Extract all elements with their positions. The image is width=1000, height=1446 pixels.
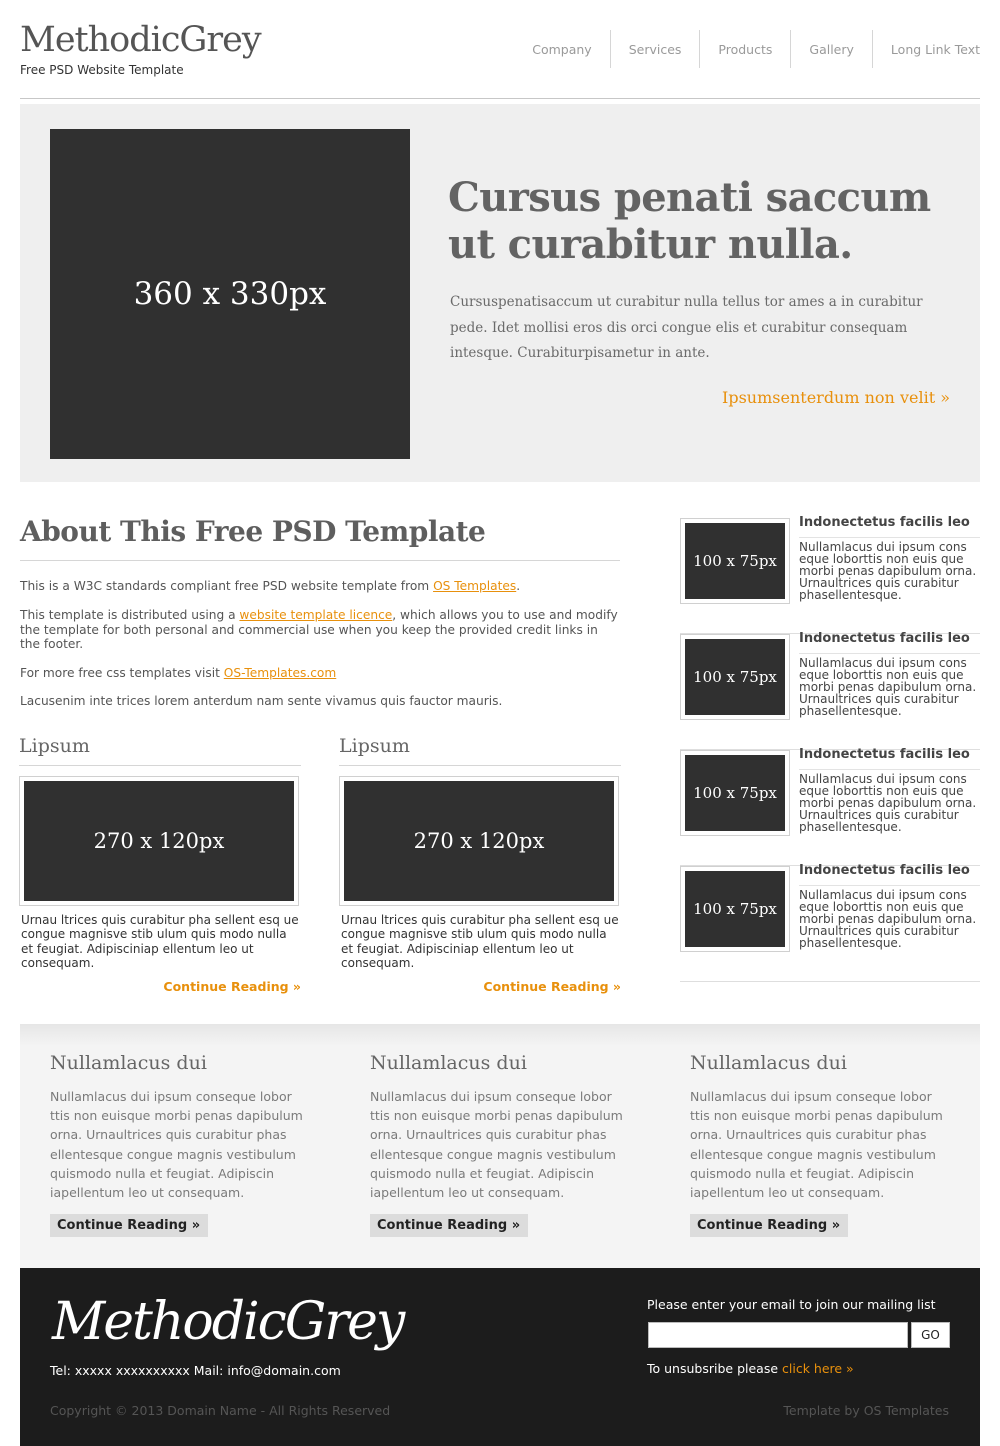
nav-services[interactable]: Services: [609, 30, 700, 68]
hero-title: Cursus penati saccum ut curabitur nulla.: [448, 174, 931, 268]
content-column-1: Lipsum 270 x 120px Urnau ltrices quis cu…: [19, 735, 301, 994]
about-paragraph-3: For more free css templates visit OS-Tem…: [20, 666, 337, 680]
nav-products[interactable]: Products: [699, 30, 790, 68]
column-text: Urnau ltrices quis curabitur pha sellent…: [21, 913, 299, 971]
os-templates-com-link[interactable]: OS-Templates.com: [224, 666, 336, 680]
column-continue-reading-link[interactable]: Continue Reading »: [19, 979, 301, 994]
column-title: Lipsum: [19, 735, 301, 766]
column-image-placeholder: 270 x 120px: [344, 781, 614, 901]
band-text: Nullamlacus dui ipsum conseque lobor tti…: [690, 1089, 943, 1201]
hero-read-more-link[interactable]: Ipsumsenterdum non velit »: [722, 388, 950, 407]
hero-text: Cursuspenatisaccum ut curabitur nulla te…: [450, 294, 923, 361]
band-text: Nullamlacus dui ipsum conseque lobor tti…: [50, 1089, 303, 1201]
sidebar-item-title[interactable]: Indonectetus facilis leo: [799, 631, 980, 654]
site-logo[interactable]: MethodicGrey: [20, 20, 262, 60]
column-continue-reading-link[interactable]: Continue Reading »: [339, 979, 621, 994]
unsubscribe-text: To unsubsribe please click here »: [647, 1361, 854, 1376]
sidebar-image-frame: 100 x 75px: [680, 750, 790, 836]
band-column-2: Nullamlacus dui Nullamlacus dui ipsum co…: [370, 1052, 630, 1238]
sidebar-image-frame: 100 x 75px: [680, 866, 790, 952]
sidebar-image-placeholder: 100 x 75px: [685, 639, 785, 715]
band-text: Nullamlacus dui ipsum conseque lobor tti…: [370, 1089, 623, 1201]
header-divider: [20, 98, 980, 99]
sidebar-item: 100 x 75px Indonectetus facilis leo Null…: [680, 747, 980, 866]
sidebar-item-title[interactable]: Indonectetus facilis leo: [799, 515, 980, 538]
site-footer: MethodicGrey Tel: xxxxx xxxxxxxxxx Mail:…: [20, 1268, 980, 1446]
sidebar-item-title[interactable]: Indonectetus facilis leo: [799, 747, 980, 770]
sidebar-image-frame: 100 x 75px: [680, 634, 790, 720]
nav-long-link-text[interactable]: Long Link Text: [871, 30, 980, 68]
hero-section: 360 x 330px Cursus penati saccum ut cura…: [20, 104, 980, 482]
about-title: About This Free PSD Template: [20, 515, 620, 561]
sidebar-item: 100 x 75px Indonectetus facilis leo Null…: [680, 863, 980, 982]
sidebar-item-text: Nullamlacus dui ipsum cons eque lobortti…: [799, 656, 977, 718]
band-continue-reading-button[interactable]: Continue Reading »: [690, 1214, 849, 1238]
about-paragraph-2: This template is distributed using a web…: [20, 608, 618, 652]
column-image-placeholder: 270 x 120px: [24, 781, 294, 901]
band-title: Nullamlacus dui: [690, 1052, 847, 1074]
content-column-2: Lipsum 270 x 120px Urnau ltrices quis cu…: [339, 735, 621, 994]
sidebar-item-title[interactable]: Indonectetus facilis leo: [799, 863, 980, 886]
sidebar-item-text: Nullamlacus dui ipsum cons eque lobortti…: [799, 888, 977, 950]
sidebar-image-placeholder: 100 x 75px: [685, 755, 785, 831]
column-image-frame: 270 x 120px: [339, 776, 619, 906]
sidebar-item: 100 x 75px Indonectetus facilis leo Null…: [680, 515, 980, 634]
column-title: Lipsum: [339, 735, 621, 766]
site-tagline: Free PSD Website Template: [20, 63, 184, 77]
about-paragraph-1: This is a W3C standards compliant free P…: [20, 579, 521, 593]
band-column-3: Nullamlacus dui Nullamlacus dui ipsum co…: [690, 1052, 950, 1238]
sidebar-item: 100 x 75px Indonectetus facilis leo Null…: [680, 631, 980, 750]
sidebar-item-text: Nullamlacus dui ipsum cons eque lobortti…: [799, 772, 977, 834]
band-title: Nullamlacus dui: [50, 1052, 207, 1074]
footer-template-credit[interactable]: Template by OS Templates: [783, 1403, 949, 1418]
nav-gallery[interactable]: Gallery: [790, 30, 872, 68]
sidebar-image-placeholder: 100 x 75px: [685, 523, 785, 599]
about-paragraph-4: Lacusenim inte trices lorem anterdum nam…: [20, 694, 503, 708]
band-column-1: Nullamlacus dui Nullamlacus dui ipsum co…: [50, 1052, 310, 1238]
unsubscribe-link[interactable]: click here »: [782, 1361, 854, 1376]
mailing-list-label: Please enter your email to join our mail…: [647, 1297, 936, 1312]
newsletter-go-button[interactable]: GO: [911, 1322, 950, 1348]
nav-company[interactable]: Company: [514, 30, 609, 68]
featured-band: Nullamlacus dui Nullamlacus dui ipsum co…: [20, 1024, 980, 1268]
band-continue-reading-button[interactable]: Continue Reading »: [50, 1214, 209, 1238]
footer-copyright: Copyright © 2013 Domain Name - All Right…: [50, 1403, 391, 1418]
sidebar-image-placeholder: 100 x 75px: [685, 871, 785, 947]
os-templates-link[interactable]: OS Templates: [433, 579, 516, 593]
main-nav: Company Services Products Gallery Long L…: [514, 30, 980, 68]
band-continue-reading-button[interactable]: Continue Reading »: [370, 1214, 529, 1238]
newsletter-email-input[interactable]: [648, 1322, 908, 1348]
column-image-frame: 270 x 120px: [19, 776, 299, 906]
sidebar-image-frame: 100 x 75px: [680, 518, 790, 604]
hero-image-placeholder: 360 x 330px: [50, 129, 410, 459]
sidebar-item-text: Nullamlacus dui ipsum cons eque lobortti…: [799, 540, 977, 602]
footer-logo[interactable]: MethodicGrey: [52, 1292, 405, 1352]
band-title: Nullamlacus dui: [370, 1052, 527, 1074]
footer-contact: Tel: xxxxx xxxxxxxxxx Mail: info@domain.…: [50, 1363, 341, 1378]
column-text: Urnau ltrices quis curabitur pha sellent…: [341, 913, 619, 971]
licence-link[interactable]: website template licence: [239, 608, 392, 622]
